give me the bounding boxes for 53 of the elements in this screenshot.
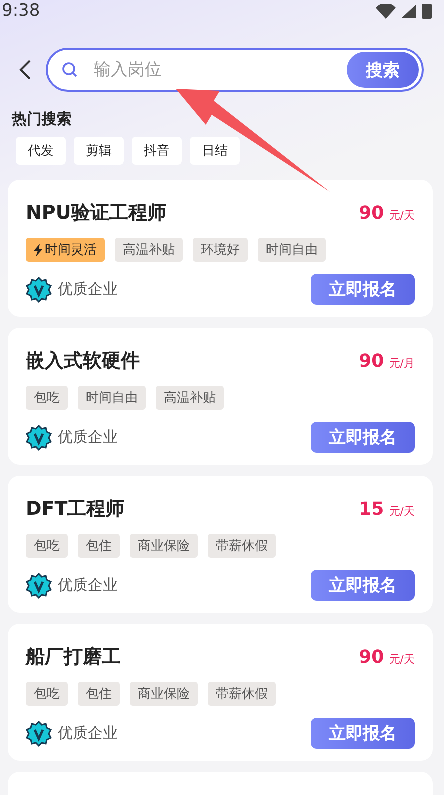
verified-badge-icon [26, 572, 52, 598]
apply-button[interactable]: 立即报名 [311, 718, 415, 749]
job-tag: 包吃 [26, 682, 68, 706]
job-tag: 包住 [78, 534, 120, 558]
job-tag: 包吃 [26, 534, 68, 558]
back-icon[interactable] [18, 59, 32, 81]
job-tag: 商业保险 [130, 534, 198, 558]
salary: 90 元/天 [359, 646, 415, 668]
status-time: 9:38 [2, 1, 40, 21]
job-card[interactable]: DFT工程师 15 元/天 包吃 包住 商业保险 带薪休假 优质企业 立即报名 [8, 476, 433, 613]
job-tag: 时间自由 [78, 386, 146, 410]
company-label: 优质企业 [58, 428, 118, 447]
job-tag: 带薪休假 [208, 682, 276, 706]
job-tag: 包住 [78, 682, 120, 706]
job-tag: 时间灵活 [26, 238, 105, 262]
job-tag: 高温补贴 [156, 386, 224, 410]
job-tag: 高温补贴 [115, 238, 183, 262]
job-tag: 包吃 [26, 386, 68, 410]
job-title: NPU验证工程师 [26, 201, 166, 226]
apply-button[interactable]: 立即报名 [311, 570, 415, 601]
company-label: 优质企业 [58, 576, 118, 595]
job-tag: 带薪休假 [208, 534, 276, 558]
apply-button[interactable]: 立即报名 [311, 422, 415, 453]
verified-badge-icon [26, 424, 52, 450]
hot-search-tag[interactable]: 剪辑 [74, 137, 124, 165]
salary: 90 元/天 [359, 202, 415, 224]
job-card[interactable]: 船厂打磨工 90 元/天 包吃 包住 商业保险 带薪休假 优质企业 立即报名 [8, 624, 433, 761]
job-card[interactable]: 嵌入式软硬件 90 元/月 包吃 时间自由 高温补贴 优质企业 立即报名 [8, 328, 433, 465]
company-label: 优质企业 [58, 724, 118, 743]
company-label: 优质企业 [58, 280, 118, 299]
lightning-icon [34, 244, 43, 256]
battery-icon [422, 4, 432, 18]
section-title: 热门搜索 [10, 109, 73, 129]
signal-icon [402, 4, 416, 18]
verified-badge-icon [26, 276, 52, 302]
job-title: DFT工程师 [26, 497, 125, 522]
hot-search-tag[interactable]: 代发 [16, 137, 66, 165]
apply-button[interactable]: 立即报名 [311, 274, 415, 305]
hot-search-tag[interactable]: 日结 [190, 137, 240, 165]
job-tag: 环境好 [193, 238, 248, 262]
salary: 15 元/天 [359, 498, 415, 520]
hot-search-tag[interactable]: 抖音 [132, 137, 182, 165]
job-tag: 时间自由 [258, 238, 326, 262]
job-title: 嵌入式软硬件 [26, 349, 140, 374]
search-icon [62, 62, 78, 78]
verified-badge-icon [26, 720, 52, 746]
search-field[interactable]: 输入岗位 搜索 [46, 48, 424, 92]
salary: 90 元/月 [359, 350, 415, 372]
wifi-icon [376, 4, 396, 18]
job-tag: 商业保险 [130, 682, 198, 706]
job-card[interactable]: NPU验证工程师 90 元/天 时间灵活 高温补贴 环境好 时间自由 优质企业 立即报名 [8, 180, 433, 317]
job-title: 船厂打磨工 [26, 645, 121, 670]
search-button[interactable]: 搜索 [347, 52, 419, 88]
